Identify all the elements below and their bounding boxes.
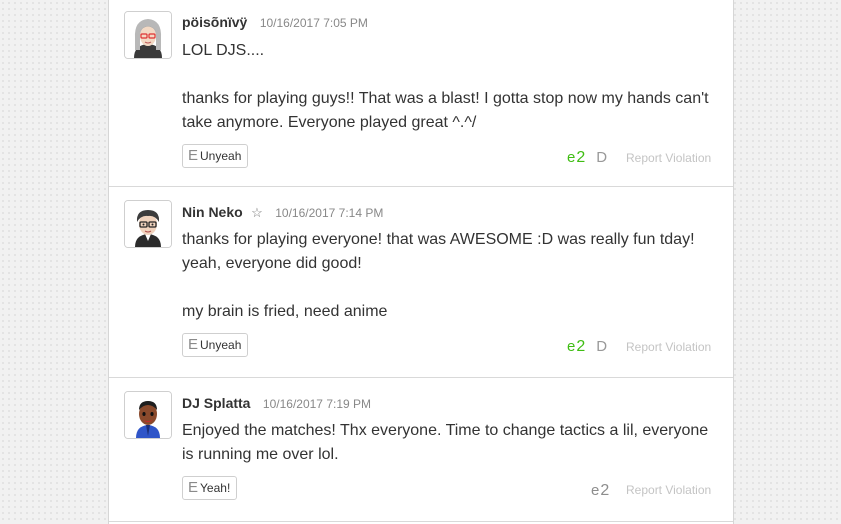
post-body: Enjoyed the matches! Thx everyone. Time … [182, 419, 712, 467]
post-counts: e2 [591, 482, 609, 500]
empathy-icon: E [188, 479, 199, 496]
post-counts: e2 D [567, 149, 607, 167]
empathy-count: 2 [600, 482, 610, 499]
report-violation-link[interactable]: Report Violation [626, 151, 711, 165]
post-timestamp: 10/16/2017 7:14 PM [275, 206, 384, 220]
empathy-button[interactable]: E Unyeah [182, 333, 249, 357]
report-violation-link[interactable]: Report Violation [626, 483, 711, 497]
post-paragraph: thanks for playing everyone! that was AW… [182, 231, 695, 272]
author-name[interactable]: DJ Splatta [182, 395, 250, 411]
empathy-count: 2 [576, 149, 586, 166]
post-paragraph: Enjoyed the matches! Thx everyone. Time … [182, 422, 709, 463]
author-name[interactable]: Nin Neko [182, 204, 243, 220]
post-body: LOL DJS.... thanks for playing guys!! Th… [182, 39, 712, 135]
reply-icon[interactable]: D [596, 149, 607, 166]
empathy-icon: E [188, 336, 199, 353]
post-item: pöisõnïvÿ 10/16/2017 7:05 PM LOL DJS....… [109, 0, 733, 187]
empathy-button-label: Yeah! [200, 481, 231, 495]
report-violation-link[interactable]: Report Violation [626, 340, 711, 354]
post-paragraph: LOL DJS.... [182, 42, 265, 59]
post-item: DJ Splatta 10/16/2017 7:19 PM Enjoyed th… [109, 378, 733, 522]
post-paragraph: thanks for playing guys!! That was a bla… [182, 90, 709, 131]
empathy-button[interactable]: E Yeah! [182, 476, 238, 500]
empathy-icon: E [188, 147, 199, 164]
post-header: DJ Splatta 10/16/2017 7:19 PM [182, 395, 371, 413]
post-timestamp: 10/16/2017 7:05 PM [259, 16, 368, 30]
empathy-button-label: Unyeah [200, 338, 242, 352]
empathy-count-icon: e [591, 482, 600, 499]
empathy-count-icon: e [567, 338, 576, 355]
post-list: pöisõnïvÿ 10/16/2017 7:05 PM LOL DJS....… [108, 0, 734, 524]
post-header: Nin Neko ☆ 10/16/2017 7:14 PM [182, 204, 383, 222]
post-header: pöisõnïvÿ 10/16/2017 7:05 PM [182, 14, 368, 32]
post-counts: e2 D [567, 338, 607, 356]
post-paragraph: my brain is fried, need anime [182, 303, 388, 320]
empathy-button-label: Unyeah [200, 149, 242, 163]
reply-icon[interactable]: D [596, 338, 607, 355]
avatar[interactable] [124, 11, 172, 59]
post-timestamp: 10/16/2017 7:19 PM [262, 397, 372, 411]
empathy-button[interactable]: E Unyeah [182, 144, 249, 168]
avatar[interactable] [124, 391, 172, 439]
empathy-count-icon: e [567, 149, 576, 166]
mii-avatar-glasses [125, 201, 171, 247]
mii-avatar-dj [125, 392, 171, 438]
post-item: Nin Neko ☆ 10/16/2017 7:14 PM thanks for… [109, 187, 733, 378]
mii-avatar-grey-hair [125, 12, 171, 58]
avatar[interactable] [124, 200, 172, 248]
post-body: thanks for playing everyone! that was AW… [182, 228, 712, 324]
empathy-count: 2 [576, 338, 586, 355]
star-icon: ☆ [251, 205, 263, 220]
author-name[interactable]: pöisõnïvÿ [182, 14, 247, 30]
